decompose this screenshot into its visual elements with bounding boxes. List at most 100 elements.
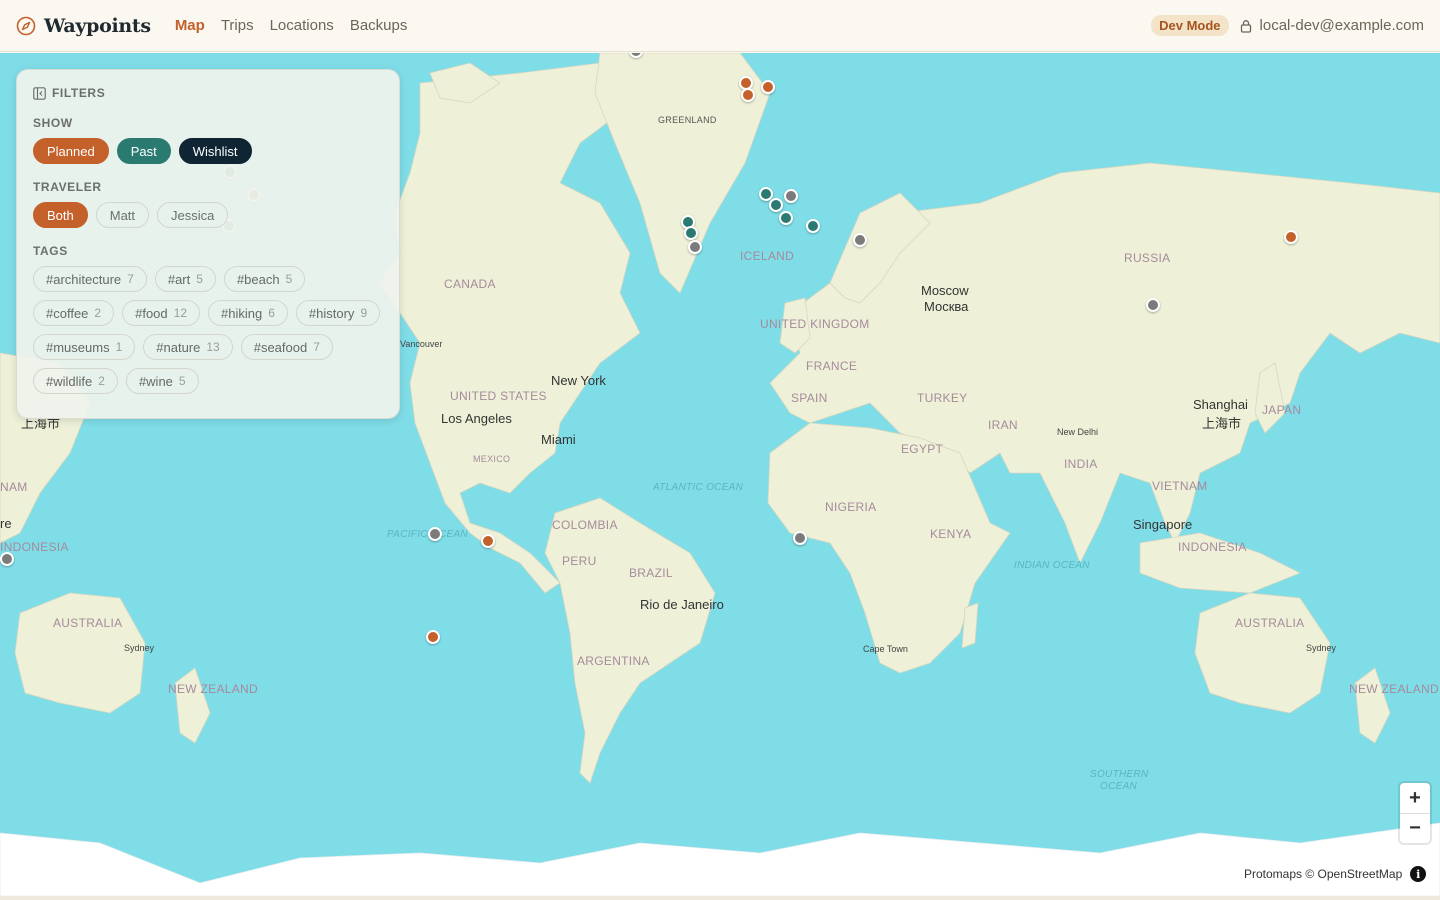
traveler-chips: Both Matt Jessica	[33, 202, 383, 228]
tag-count: 5	[285, 272, 293, 286]
label-nam-left: NAM	[0, 480, 28, 494]
map-pin-past[interactable]	[683, 226, 698, 241]
label-shanghai-cn: 上海市	[1202, 416, 1242, 431]
tag-count: 6	[268, 306, 275, 320]
compass-icon	[16, 16, 36, 35]
label-peru: PERU	[562, 554, 597, 568]
bottom-strip	[0, 896, 1440, 900]
label-india: INDIA	[1064, 457, 1098, 471]
map-pin-planned[interactable]	[481, 534, 496, 549]
nav-trips[interactable]: Trips	[221, 17, 254, 34]
label-usa: UNITED STATES	[450, 389, 547, 403]
map-pin-wishlist[interactable]	[784, 189, 799, 203]
tag-name: #wildlife	[46, 373, 93, 389]
nav-locations[interactable]: Locations	[270, 17, 334, 34]
user-menu[interactable]: local-dev@example.com	[1239, 17, 1424, 34]
tag-chip[interactable]: #history 9	[295, 300, 381, 326]
tag-chip[interactable]: #art 5	[154, 266, 216, 292]
label-iceland: ICELAND	[740, 249, 795, 263]
label-australia-left: AUSTRALIA	[53, 616, 123, 630]
tag-name: #history	[308, 305, 355, 321]
tag-count: 12	[173, 306, 188, 320]
dev-mode-badge: Dev Mode	[1151, 15, 1229, 36]
label-indian-ocean: INDIAN OCEAN	[1014, 560, 1090, 571]
tag-count: 1	[115, 340, 123, 354]
nav-backups[interactable]: Backups	[350, 17, 408, 34]
label-argentina: ARGENTINA	[577, 654, 650, 668]
map-pin-past[interactable]	[805, 218, 820, 233]
map-pin-wishlist[interactable]	[687, 240, 702, 255]
tag-chip[interactable]: #hiking 6	[208, 300, 288, 326]
tag-chip[interactable]: #food 12	[122, 300, 201, 326]
attribution-text[interactable]: Protomaps © OpenStreetMap	[1244, 867, 1402, 881]
zoom-controls: + −	[1400, 783, 1430, 843]
label-colombia: COLOMBIA	[552, 518, 618, 532]
label-sydney: Sydney	[1306, 643, 1337, 653]
label-southern-ocean-2: OCEAN	[1100, 781, 1138, 792]
map-attribution: Protomaps © OpenStreetMap i	[1236, 862, 1431, 886]
tag-chip[interactable]: #beach 5	[223, 266, 306, 292]
label-brazil: BRAZIL	[629, 566, 673, 580]
label-cape-town: Cape Town	[863, 644, 908, 654]
chip-traveler-both[interactable]: Both	[33, 202, 88, 228]
label-canada: CANADA	[444, 277, 496, 291]
map-pin-wishlist[interactable]	[853, 233, 868, 248]
tag-count: 2	[94, 306, 102, 320]
label-new-delhi: New Delhi	[1057, 427, 1099, 437]
label-iran: IRAN	[988, 418, 1018, 432]
map-pin-planned[interactable]	[426, 630, 441, 645]
tag-chip[interactable]: #wildlife 2	[33, 368, 118, 394]
main-nav: Map Trips Locations Backups	[175, 17, 408, 34]
label-new-zealand: NEW ZEALAND	[168, 682, 258, 696]
filters-title: FILTERS	[52, 86, 106, 100]
header-right: Dev Mode local-dev@example.com	[1151, 15, 1424, 36]
label-egypt: EGYPT	[901, 442, 944, 456]
map-pin-wishlist[interactable]	[792, 531, 807, 546]
map-pin-past[interactable]	[768, 197, 783, 212]
chip-past[interactable]: Past	[116, 138, 171, 164]
label-southern-ocean: SOUTHERN	[1090, 769, 1149, 780]
map-pin-wishlist[interactable]	[428, 526, 443, 541]
label-uk: UNITED KINGDOM	[760, 317, 870, 331]
map-pin-planned[interactable]	[741, 88, 756, 103]
nav-map[interactable]: Map	[175, 17, 205, 34]
map-pin-wishlist[interactable]	[0, 551, 14, 566]
zoom-in-button[interactable]: +	[1400, 783, 1430, 813]
show-label: SHOW	[33, 116, 73, 130]
chip-planned[interactable]: Planned	[33, 138, 109, 164]
tag-chip[interactable]: #wine 5	[125, 368, 199, 394]
tag-chip[interactable]: #architecture 7	[33, 266, 147, 292]
tag-count: 9	[360, 306, 368, 320]
tag-count: 7	[127, 272, 134, 286]
brand-name: Waypoints	[44, 14, 151, 37]
label-nigeria: NIGERIA	[825, 500, 877, 514]
label-greenland: GREENLAND	[658, 115, 717, 125]
show-chips: Planned Past Wishlist	[33, 138, 383, 164]
tag-count: 7	[313, 340, 320, 354]
label-kenya: KENYA	[930, 527, 972, 541]
info-icon[interactable]: i	[1410, 866, 1427, 882]
brand[interactable]: Waypoints	[16, 15, 151, 37]
tag-count: 2	[98, 374, 105, 388]
chip-traveler-matt[interactable]: Matt	[95, 202, 150, 228]
tag-name: #beach	[236, 271, 280, 287]
filters-header[interactable]: FILTERS	[33, 86, 383, 100]
tag-chip[interactable]: #nature 13	[143, 334, 233, 360]
label-miami: Miami	[541, 432, 576, 447]
tag-chip[interactable]: #seafood 7	[240, 334, 333, 360]
zoom-out-button[interactable]: −	[1400, 813, 1430, 843]
label-atlantic-ocean: ATLANTIC OCEAN	[653, 482, 744, 493]
tag-chip[interactable]: #coffee 2	[33, 300, 115, 326]
tag-chip[interactable]: #museums 1	[33, 334, 136, 360]
label-australia: AUSTRALIA	[1235, 616, 1305, 630]
map-pin-planned[interactable]	[1283, 230, 1298, 245]
chip-traveler-jessica[interactable]: Jessica	[157, 202, 229, 228]
chip-wishlist[interactable]: Wishlist	[178, 138, 252, 164]
label-spain: SPAIN	[791, 391, 828, 405]
map-pin-wishlist[interactable]	[1146, 297, 1161, 312]
sidebar-collapse-icon[interactable]	[33, 86, 46, 100]
map-pin-planned[interactable]	[761, 80, 776, 95]
label-rio: Rio de Janeiro	[640, 597, 724, 612]
map-pin-past[interactable]	[778, 210, 793, 225]
tag-name: #coffee	[46, 305, 89, 321]
